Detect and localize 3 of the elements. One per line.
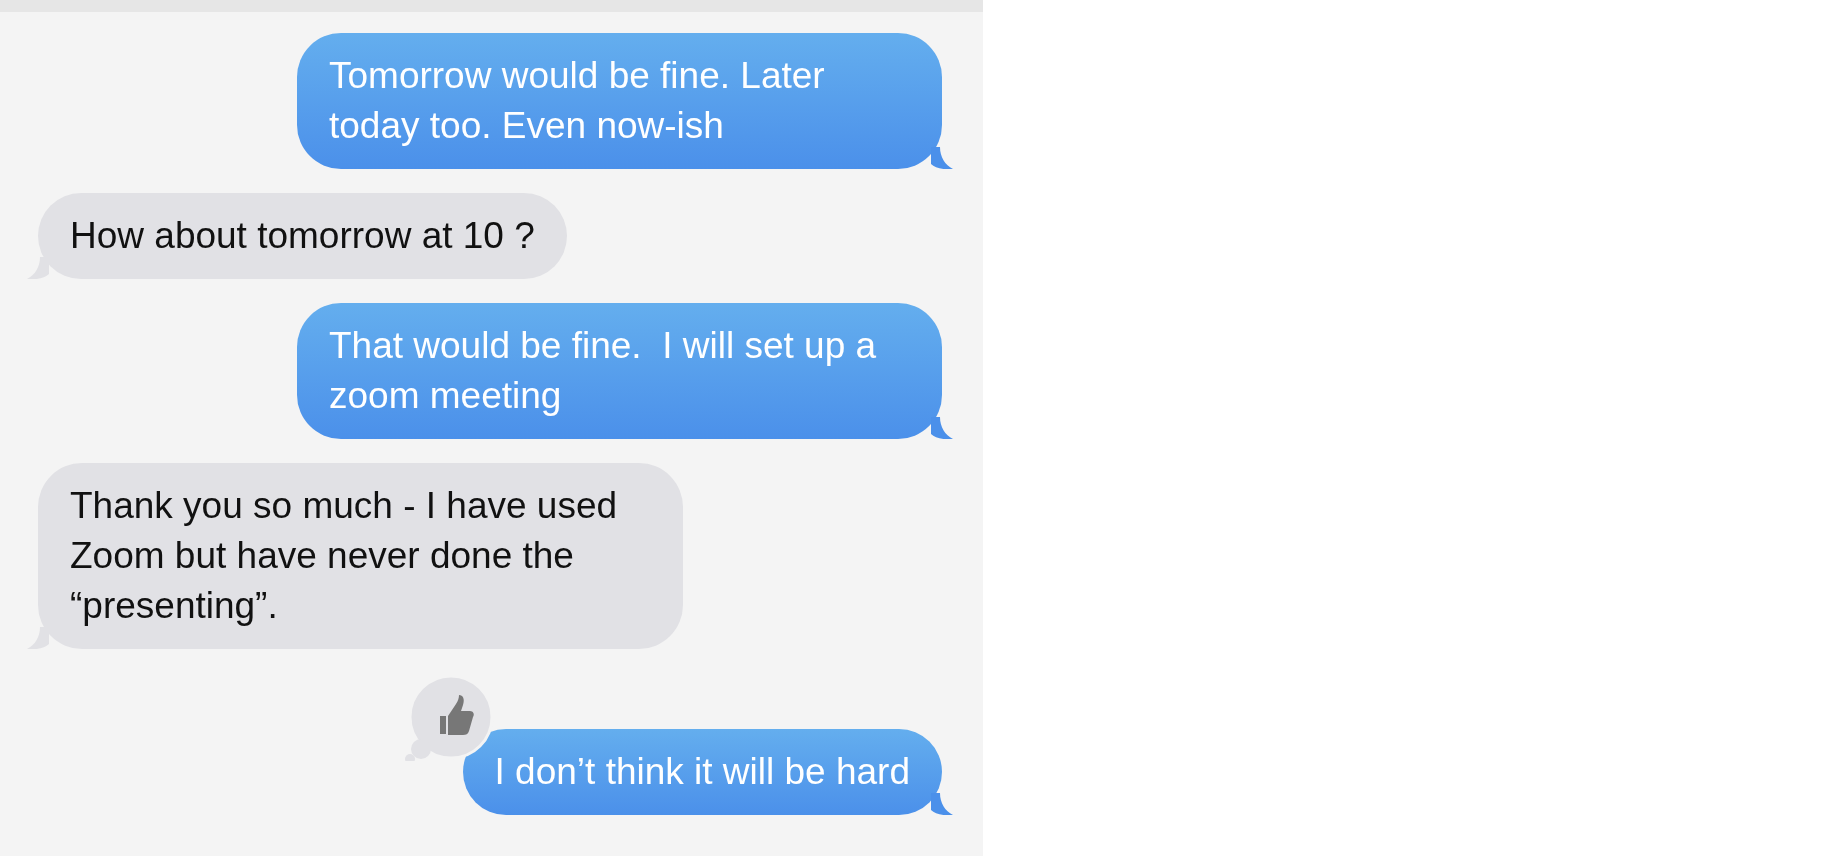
bubble-tail [931,147,953,169]
bubble-tail [931,793,953,815]
bubble-tail [931,417,953,439]
